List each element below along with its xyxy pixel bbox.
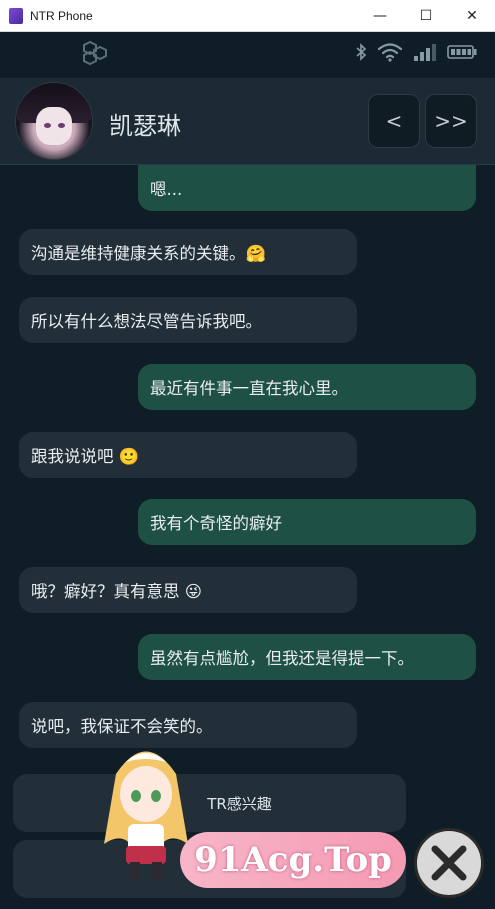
message-bubble-left: 哦？癖好？真有意思 😜 [19,567,357,613]
message-bubble-left: 沟通是维持健康关系的关键。🤗 [19,229,357,275]
watermark-badge: 91Acg.Top [180,832,406,888]
message-text: 哦？癖好？真有意思 😜 [31,582,202,601]
message-text: 所以有什么想法尽管告诉我吧。 [31,312,262,331]
signal-icon [414,44,436,61]
app-icon [9,7,23,24]
minimize-icon: — [373,7,387,24]
message-text: 最近有件事一直在我心里。 [150,379,348,398]
message-text: 我有个奇怪的癖好 [150,514,282,533]
back-button[interactable]: < [368,94,420,148]
message-text: 跟我说说吧 🙂 [31,447,140,466]
message-text: 沟通是维持健康关系的关键。🤗 [31,244,267,263]
forward-label: >> [434,109,468,133]
message-bubble-right: 虽然有点尴尬，但我还是得提一下。 [138,634,476,680]
message-text: 虽然有点尴尬，但我还是得提一下。 [150,649,414,668]
window-title: NTR Phone [30,8,93,23]
maximize-button[interactable]: ☐ [403,0,449,31]
chat-header: 凯瑟琳 < >> [0,78,495,165]
reply-choice-button[interactable]: TR感兴趣 [13,774,406,832]
avatar[interactable] [15,82,93,160]
bluetooth-icon [356,43,367,61]
close-overlay-button[interactable] [414,828,484,898]
watermark-text: 91Acg.Top [194,840,392,880]
minimize-button[interactable]: — [357,0,403,31]
message-bubble-right: 我有个奇怪的癖好 [138,499,476,545]
window-controls: — ☐ ✕ [357,0,495,31]
close-icon: ✕ [466,7,478,24]
close-x-icon [431,845,467,881]
status-icons [355,42,477,62]
message-text: 嗯... [150,180,183,199]
forward-button[interactable]: >> [425,94,477,148]
message-bubble-right: 最近有件事一直在我心里。 [138,364,476,410]
cube-logo-icon [83,40,107,66]
reply-choice-text: TR感兴趣 [207,794,272,813]
close-window-button[interactable]: ✕ [449,0,495,31]
window-titlebar: NTR Phone — ☐ ✕ [0,0,495,32]
phone-screen: 凯瑟琳 < >> 嗯... 沟通是维持健康关系的关键。🤗 所以有什么想法尽管告诉… [0,32,495,909]
maximize-icon: ☐ [419,7,433,24]
message-bubble-right: 嗯... [138,165,476,211]
message-bubble-left: 所以有什么想法尽管告诉我吧。 [19,297,357,343]
contact-name: 凯瑟琳 [109,112,181,140]
wifi-icon [377,43,403,62]
message-bubble-left: 跟我说说吧 🙂 [19,432,357,478]
battery-icon [447,45,477,59]
back-label: < [385,109,403,133]
status-bar [0,32,495,72]
